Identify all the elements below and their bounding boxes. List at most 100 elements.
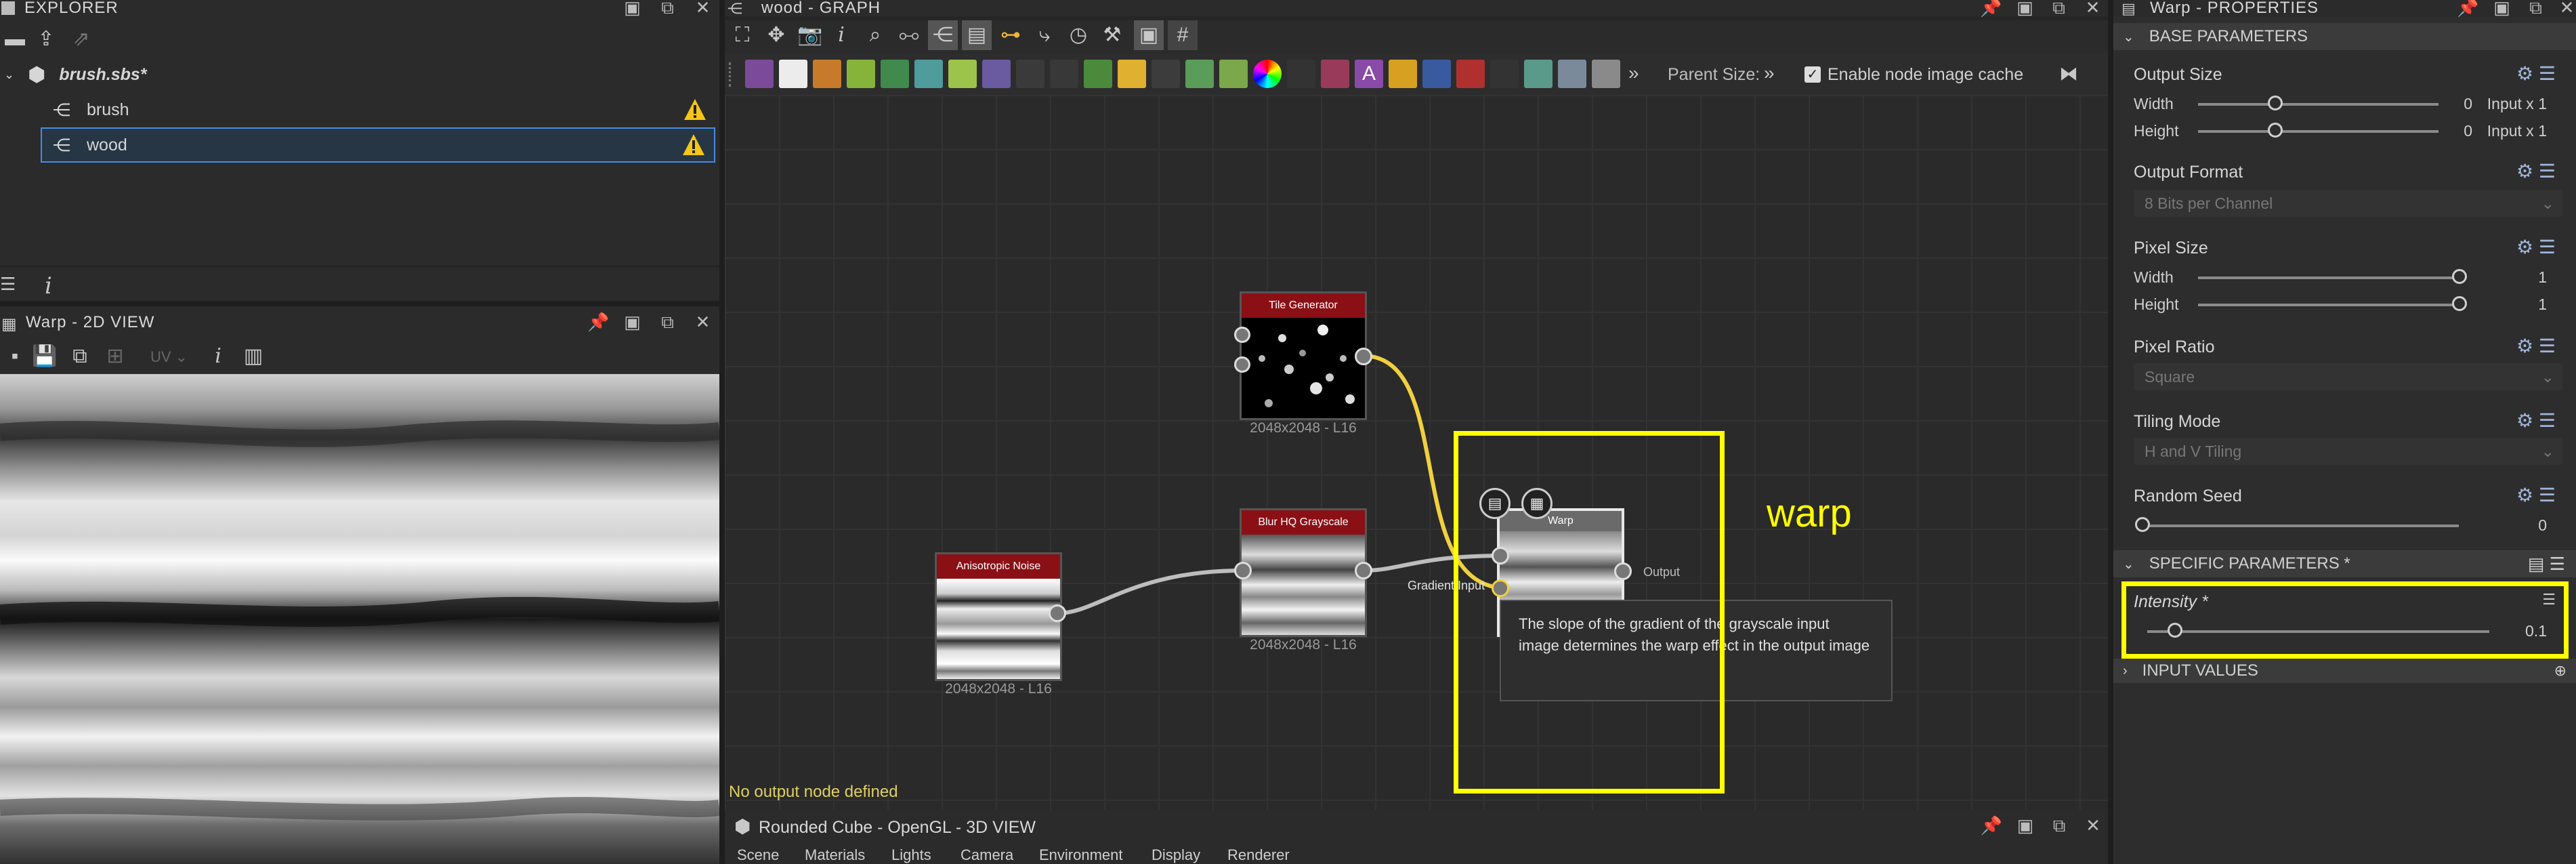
- close-icon[interactable]: ✕: [2551, 0, 2576, 16]
- parent-size-more-icon[interactable]: »: [1764, 62, 1775, 84]
- timer-icon[interactable]: ◷: [1063, 20, 1093, 50]
- export-icon[interactable]: ⇗: [66, 24, 96, 54]
- float-icon[interactable]: ▣: [616, 0, 649, 16]
- float-icon[interactable]: ▣: [616, 313, 649, 331]
- gradient-icon[interactable]: [881, 60, 909, 88]
- param-icons[interactable]: ⚙ ☰: [2516, 62, 2556, 85]
- slider-knob[interactable]: [2268, 123, 2283, 138]
- param-icons[interactable]: ▤ ☰: [2528, 554, 2565, 575]
- curve-icon[interactable]: [847, 60, 875, 88]
- display-icon[interactable]: ▣: [1134, 20, 1164, 50]
- info-icon[interactable]: i: [203, 342, 233, 371]
- blend-icon[interactable]: [1118, 60, 1146, 88]
- slider-knob[interactable]: [2268, 96, 2283, 110]
- output-port[interactable]: [1355, 562, 1372, 579]
- collapse-arrow-icon[interactable]: ⌄: [4, 68, 14, 82]
- node-tile-generator[interactable]: Tile Generator: [1240, 291, 1367, 420]
- pin-icon[interactable]: 📌: [1975, 817, 2008, 834]
- fx-map-icon[interactable]: [1016, 60, 1044, 88]
- float-icon[interactable]: ▣: [2009, 0, 2042, 16]
- input-port[interactable]: [1234, 356, 1250, 373]
- add-icon[interactable]: ⊕: [2554, 662, 2567, 680]
- float-icon[interactable]: ▣: [2486, 0, 2518, 16]
- specific-parameters-header[interactable]: ⌄ SPECIFIC PARAMETERS * ▤ ☰: [2113, 550, 2576, 577]
- image-preview[interactable]: [0, 374, 719, 864]
- atomic-image-icon[interactable]: [745, 60, 774, 88]
- info-icon[interactable]: i: [826, 20, 856, 50]
- add-node-icon[interactable]: [1592, 60, 1620, 88]
- value-icon[interactable]: [1321, 60, 1349, 88]
- pin-icon[interactable]: 📌: [2452, 0, 2485, 16]
- tools-icon[interactable]: ⚒: [1097, 20, 1127, 50]
- output-width-slider[interactable]: [2198, 103, 2438, 106]
- close-icon[interactable]: ✕: [2077, 0, 2109, 16]
- more-icon[interactable]: »: [1628, 62, 1639, 84]
- slider-knob[interactable]: [2452, 296, 2467, 311]
- tree-item-wood[interactable]: ⋲ wood: [41, 127, 715, 163]
- histogram-icon[interactable]: [1219, 60, 1248, 88]
- menu-renderer[interactable]: Renderer: [1227, 846, 1290, 864]
- distance-icon[interactable]: [1084, 60, 1112, 88]
- list-icon[interactable]: ☰: [0, 274, 16, 295]
- cache-checkbox[interactable]: ✓: [1804, 66, 1821, 83]
- maximize-icon[interactable]: ⧉: [2043, 817, 2075, 834]
- output-icon[interactable]: [1490, 60, 1519, 88]
- param-icons[interactable]: ⚙ ☰: [2516, 160, 2556, 182]
- uniform-color-icon[interactable]: [779, 60, 807, 88]
- route-icon[interactable]: ⤷: [1030, 20, 1059, 50]
- random-seed-slider[interactable]: [2142, 524, 2459, 527]
- intensity-value[interactable]: 0.1: [2493, 622, 2547, 640]
- tiling-mode-dropdown[interactable]: H and V Tiling ⌄: [2134, 438, 2562, 465]
- fill-icon[interactable]: [1456, 60, 1485, 88]
- fit-icon[interactable]: ▪: [0, 342, 30, 371]
- text-icon[interactable]: A: [1355, 60, 1383, 88]
- random-seed-value[interactable]: 0: [2493, 516, 2547, 535]
- tiling-icon[interactable]: ⊞: [100, 342, 130, 371]
- emboss-icon[interactable]: [1389, 60, 1417, 88]
- menu-display[interactable]: Display: [1152, 846, 1200, 864]
- frame-select-icon[interactable]: [1422, 60, 1451, 88]
- maximize-icon[interactable]: ⧉: [652, 313, 684, 331]
- connect-icon[interactable]: ⊶: [996, 20, 1026, 50]
- blur-icon[interactable]: [948, 60, 977, 88]
- node-blur-hq-grayscale[interactable]: Blur HQ Grayscale: [1240, 508, 1367, 637]
- pixel-height-slider[interactable]: [2198, 304, 2459, 306]
- slider-knob[interactable]: [2168, 623, 2182, 638]
- pin-icon[interactable]: 📌: [1975, 0, 2008, 16]
- warp-icon[interactable]: [914, 60, 943, 88]
- tree-item-brush[interactable]: ⋲ brush: [0, 92, 719, 127]
- param-menu-icon[interactable]: ☰: [2542, 591, 2556, 609]
- pixel-width-slider[interactable]: [2198, 276, 2459, 279]
- output-port[interactable]: [1049, 604, 1066, 622]
- transform-icon[interactable]: [982, 60, 1011, 88]
- graph-canvas[interactable]: Tile Generator 2048x2048 - L16 Blur HQ G…: [725, 95, 2108, 810]
- levels-icon[interactable]: [813, 60, 841, 88]
- intensity-slider[interactable]: [2147, 630, 2489, 633]
- copy-icon[interactable]: ⧉: [65, 342, 95, 371]
- output-height-slider[interactable]: [2198, 130, 2438, 133]
- toggle-icon[interactable]: ⧓: [2059, 62, 2078, 85]
- param-icons[interactable]: ⚙ ☰: [2516, 409, 2556, 432]
- base-parameters-header[interactable]: ⌄ BASE PARAMETERS: [2113, 23, 2576, 50]
- save-icon[interactable]: ▬: [0, 24, 30, 54]
- publish-icon[interactable]: ⇪: [31, 24, 61, 54]
- shuffle-icon[interactable]: [1152, 60, 1180, 88]
- close-icon[interactable]: ✕: [687, 0, 719, 16]
- input-values-header[interactable]: › INPUT VALUES ⊕: [2113, 659, 2576, 683]
- close-icon[interactable]: ✕: [687, 313, 719, 331]
- grid-icon[interactable]: #: [1168, 20, 1198, 50]
- output-width-value[interactable]: 0: [2432, 95, 2472, 113]
- layout-icon[interactable]: ⋲: [928, 20, 958, 50]
- menu-lights[interactable]: Lights: [891, 846, 931, 864]
- menu-scene[interactable]: Scene: [737, 846, 779, 864]
- input-port[interactable]: [1234, 562, 1252, 579]
- frame-icon[interactable]: ⛶: [727, 20, 757, 50]
- color-wheel-icon[interactable]: [1253, 60, 1282, 88]
- save-image-icon[interactable]: 💾: [30, 342, 60, 371]
- maximize-icon[interactable]: ⧉: [2043, 0, 2075, 16]
- close-icon[interactable]: ✕: [2077, 817, 2109, 834]
- input-port[interactable]: [1234, 327, 1250, 343]
- float-icon[interactable]: ▣: [2009, 817, 2042, 834]
- uv-dropdown[interactable]: UV ⌄: [150, 348, 188, 366]
- noise-icon[interactable]: [1287, 60, 1315, 88]
